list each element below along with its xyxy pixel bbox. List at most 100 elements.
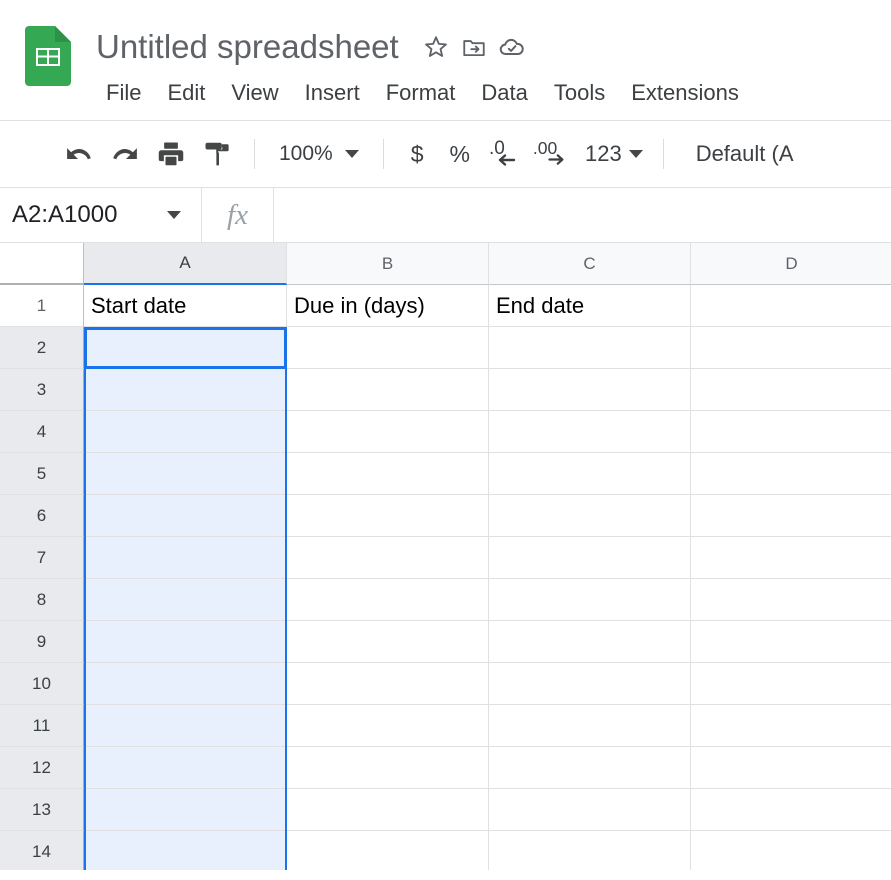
cell-d9[interactable] (691, 621, 891, 663)
cell-c6[interactable] (489, 495, 691, 537)
menu-item-insert[interactable]: Insert (292, 76, 373, 110)
cell-c13[interactable] (489, 789, 691, 831)
row-header-8[interactable]: 8 (0, 579, 84, 621)
column-header-c[interactable]: C (489, 243, 691, 285)
row-header-11[interactable]: 11 (0, 705, 84, 747)
document-title[interactable]: Untitled spreadsheet (96, 28, 417, 66)
cell-a4[interactable] (84, 411, 287, 453)
menu-item-tools[interactable]: Tools (541, 76, 618, 110)
cell-b14[interactable] (287, 831, 489, 870)
cell-c12[interactable] (489, 747, 691, 789)
cell-b2[interactable] (287, 327, 489, 369)
cell-b9[interactable] (287, 621, 489, 663)
cell-d13[interactable] (691, 789, 891, 831)
row-header-1[interactable]: 1 (0, 285, 84, 327)
row-header-13[interactable]: 13 (0, 789, 84, 831)
cell-d4[interactable] (691, 411, 891, 453)
google-sheets-logo[interactable] (25, 26, 71, 86)
row-header-9[interactable]: 9 (0, 621, 84, 663)
formula-input[interactable] (274, 188, 891, 242)
cell-c9[interactable] (489, 621, 691, 663)
cell-d1[interactable] (691, 285, 891, 327)
row-header-10[interactable]: 10 (0, 663, 84, 705)
chevron-down-icon[interactable] (167, 211, 181, 219)
cell-a1[interactable]: Start date (84, 285, 287, 327)
cell-d14[interactable] (691, 831, 891, 870)
row-header-4[interactable]: 4 (0, 411, 84, 453)
font-family-selector[interactable]: Default (A (678, 141, 794, 167)
row-header-2[interactable]: 2 (0, 327, 84, 369)
cell-d7[interactable] (691, 537, 891, 579)
cell-d11[interactable] (691, 705, 891, 747)
paint-format-icon[interactable] (194, 131, 240, 177)
number-format-button[interactable]: 123 (579, 141, 649, 167)
decrease-decimal-icon[interactable]: .0 (483, 131, 531, 177)
menu-item-format[interactable]: Format (373, 76, 469, 110)
cell-b4[interactable] (287, 411, 489, 453)
cell-d6[interactable] (691, 495, 891, 537)
cell-a11[interactable] (84, 705, 287, 747)
cell-c11[interactable] (489, 705, 691, 747)
select-all-corner[interactable] (0, 243, 84, 285)
cell-c1[interactable]: End date (489, 285, 691, 327)
cell-b7[interactable] (287, 537, 489, 579)
cell-a2[interactable] (84, 327, 287, 369)
cell-a7[interactable] (84, 537, 287, 579)
cell-c10[interactable] (489, 663, 691, 705)
redo-icon[interactable] (102, 131, 148, 177)
cell-b3[interactable] (287, 369, 489, 411)
cell-b12[interactable] (287, 747, 489, 789)
cell-b5[interactable] (287, 453, 489, 495)
cell-d10[interactable] (691, 663, 891, 705)
cell-b13[interactable] (287, 789, 489, 831)
cell-d5[interactable] (691, 453, 891, 495)
increase-decimal-icon[interactable]: .00 (531, 131, 579, 177)
cell-d8[interactable] (691, 579, 891, 621)
row-header-12[interactable]: 12 (0, 747, 84, 789)
menu-item-view[interactable]: View (218, 76, 291, 110)
cell-b11[interactable] (287, 705, 489, 747)
cell-a5[interactable] (84, 453, 287, 495)
cell-d12[interactable] (691, 747, 891, 789)
menu-item-extensions[interactable]: Extensions (618, 76, 752, 110)
cell-a13[interactable] (84, 789, 287, 831)
column-header-b[interactable]: B (287, 243, 489, 285)
menu-item-data[interactable]: Data (468, 76, 540, 110)
row-header-6[interactable]: 6 (0, 495, 84, 537)
cell-a14[interactable] (84, 831, 287, 870)
menu-item-file[interactable]: File (96, 76, 154, 110)
cell-c4[interactable] (489, 411, 691, 453)
cell-d3[interactable] (691, 369, 891, 411)
cloud-saved-icon[interactable] (493, 28, 531, 66)
row-header-3[interactable]: 3 (0, 369, 84, 411)
zoom-control[interactable]: 100% (269, 136, 369, 172)
cell-c7[interactable] (489, 537, 691, 579)
menu-item-edit[interactable]: Edit (154, 76, 218, 110)
cell-c2[interactable] (489, 327, 691, 369)
cell-d2[interactable] (691, 327, 891, 369)
cell-c14[interactable] (489, 831, 691, 870)
fx-button[interactable]: fx (202, 188, 274, 242)
cell-a9[interactable] (84, 621, 287, 663)
cell-a8[interactable] (84, 579, 287, 621)
cell-a12[interactable] (84, 747, 287, 789)
name-box[interactable]: A2:A1000 (0, 188, 202, 242)
column-header-d[interactable]: D (691, 243, 891, 285)
percent-format-button[interactable]: % (437, 141, 483, 168)
star-icon[interactable] (417, 28, 455, 66)
row-header-7[interactable]: 7 (0, 537, 84, 579)
row-header-14[interactable]: 14 (0, 831, 84, 870)
cell-b6[interactable] (287, 495, 489, 537)
cell-a10[interactable] (84, 663, 287, 705)
undo-icon[interactable] (56, 131, 102, 177)
cell-a3[interactable] (84, 369, 287, 411)
cell-c3[interactable] (489, 369, 691, 411)
column-header-a[interactable]: A (84, 243, 287, 285)
currency-format-button[interactable]: $ (398, 141, 437, 168)
row-header-5[interactable]: 5 (0, 453, 84, 495)
cell-c5[interactable] (489, 453, 691, 495)
cell-c8[interactable] (489, 579, 691, 621)
cell-b1[interactable]: Due in (days) (287, 285, 489, 327)
move-to-folder-icon[interactable] (455, 28, 493, 66)
cell-b8[interactable] (287, 579, 489, 621)
